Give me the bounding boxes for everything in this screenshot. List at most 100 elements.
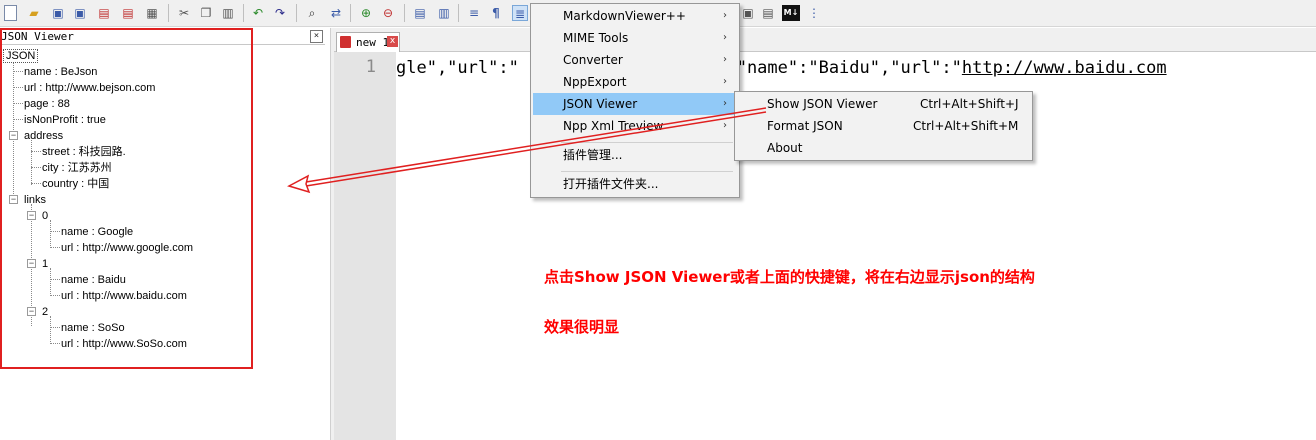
unsaved-file-icon	[340, 36, 351, 48]
tree-node-link-1-url[interactable]: url : http://www.baidu.com	[61, 289, 187, 303]
save-all-icon[interactable]: ▣	[72, 5, 88, 21]
tree-node-link-2[interactable]: 2	[42, 305, 48, 319]
sync-vertical-icon[interactable]: ▤	[412, 5, 428, 21]
tree-root[interactable]: JSON	[3, 49, 39, 63]
wrap-icon[interactable]: ≡	[466, 5, 482, 21]
tree-node-link-0-name[interactable]: name : Google	[61, 225, 133, 239]
tree-node-link-2-url[interactable]: url : http://www.SoSo.com	[61, 337, 187, 351]
json-viewer-panel: JSON Viewer × − − − − − JSON name : BeJs…	[0, 28, 330, 440]
tree-node-country[interactable]: country : 中国	[42, 177, 109, 191]
close-all-icon[interactable]: ▤	[120, 5, 136, 21]
menu-item-label: About	[767, 141, 803, 155]
markdown-icon[interactable]: M↓	[782, 5, 800, 21]
macro-icon[interactable]: ▣	[740, 5, 756, 21]
paste-icon[interactable]: ▥	[220, 5, 236, 21]
tree-line	[31, 167, 41, 168]
menu-item-plugin-admin[interactable]: 插件管理...	[533, 144, 737, 166]
json-viewer-submenu: Show JSON Viewer Ctrl+Alt+Shift+J Format …	[734, 91, 1033, 161]
tree-node-link-1[interactable]: 1	[42, 257, 48, 271]
tree-node-link-2-name[interactable]: name : SoSo	[61, 321, 125, 335]
collapse-toggle-icon[interactable]: −	[27, 259, 36, 268]
show-all-icon[interactable]: ¶	[488, 5, 504, 21]
replace-icon[interactable]: ⇄	[328, 5, 344, 21]
menu-item-label: JSON Viewer	[563, 97, 638, 111]
code-fragment: gle","url":"	[396, 58, 519, 78]
tree-node-name[interactable]: name : BeJson	[24, 65, 97, 79]
menu-item-nppexport[interactable]: NppExport ›	[533, 71, 737, 93]
collapse-toggle-icon[interactable]: −	[27, 307, 36, 316]
close-icon[interactable]: ▤	[96, 5, 112, 21]
tree-node-link-0[interactable]: 0	[42, 209, 48, 223]
menu-item-label: MIME Tools	[563, 31, 629, 45]
undo-icon[interactable]: ↶	[250, 5, 266, 21]
tree-node-address[interactable]: address	[24, 129, 63, 143]
annotation-text-2: 效果很明显	[544, 318, 620, 336]
toolbar-separator	[168, 4, 169, 22]
indent-guide-icon[interactable]: ≣	[512, 5, 528, 21]
menu-item-label: MarkdownViewer++	[563, 9, 686, 23]
tree-node-page[interactable]: page : 88	[24, 97, 70, 111]
new-file-icon[interactable]	[4, 5, 17, 21]
open-icon[interactable]: ▰	[26, 5, 42, 21]
collapse-toggle-icon[interactable]: −	[9, 195, 18, 204]
tree-line	[50, 316, 51, 344]
print-icon[interactable]: ▦	[144, 5, 160, 21]
save-icon[interactable]: ▣	[50, 5, 66, 21]
tree-line	[50, 247, 60, 248]
menu-item-label: Format JSON	[767, 119, 843, 133]
tree-node-links[interactable]: links	[24, 193, 46, 207]
menu-separator	[561, 171, 733, 172]
menu-item-mime-tools[interactable]: MIME Tools ›	[533, 27, 737, 49]
menu-item-label: NppExport	[563, 75, 627, 89]
toolbar-separator	[296, 4, 297, 22]
zoom-in-icon[interactable]: ⊕	[358, 5, 374, 21]
tree-line	[50, 268, 51, 296]
menu-item-label: 插件管理...	[563, 148, 623, 162]
json-tree: − − − − − JSON name : BeJson url : http:…	[0, 46, 330, 376]
zoom-out-icon[interactable]: ⊖	[380, 5, 396, 21]
line-number-gutter: 1	[334, 52, 396, 440]
menu-item-open-plugins-folder[interactable]: 打开插件文件夹...	[533, 173, 737, 195]
tree-line	[31, 151, 41, 152]
menu-item-converter[interactable]: Converter ›	[533, 49, 737, 71]
plugins-menu: MarkdownViewer++ › MIME Tools › Converter ›…	[530, 3, 740, 198]
doc-map-icon[interactable]: ⋮	[806, 5, 822, 21]
panel-title-bar: JSON Viewer ×	[1, 30, 325, 45]
tree-node-isnonprofit[interactable]: isNonProfit : true	[24, 113, 106, 127]
tree-node-url[interactable]: url : http://www.bejson.com	[24, 81, 155, 95]
copy-icon[interactable]: ❐	[198, 5, 214, 21]
tab-bar: new 1 x	[334, 28, 1316, 52]
submenu-arrow-icon: ›	[723, 98, 727, 109]
cut-icon[interactable]: ✂	[176, 5, 192, 21]
toolbar-separator	[404, 4, 405, 22]
submenu-arrow-icon: ›	[723, 10, 727, 21]
collapse-toggle-icon[interactable]: −	[9, 131, 18, 140]
submenu-arrow-icon: ›	[723, 120, 727, 131]
tree-line	[50, 327, 60, 328]
tree-node-street[interactable]: street : 科技园路.	[42, 145, 126, 159]
menu-item-about[interactable]: About	[737, 137, 1030, 159]
toolbar-separator	[458, 4, 459, 22]
tree-node-link-0-url[interactable]: url : http://www.google.com	[61, 241, 193, 255]
menu-item-show-json-viewer[interactable]: Show JSON Viewer Ctrl+Alt+Shift+J	[737, 93, 1030, 115]
panel-close-icon[interactable]: ×	[310, 30, 323, 43]
tree-root-label: JSON	[3, 49, 39, 63]
menu-item-format-json[interactable]: Format JSON Ctrl+Alt+Shift+M	[737, 115, 1030, 137]
menu-item-markdownviewer[interactable]: MarkdownViewer++ ›	[533, 5, 737, 27]
tree-node-link-1-name[interactable]: name : Baidu	[61, 273, 126, 287]
tab-new-1[interactable]: new 1 x	[336, 32, 400, 52]
sync-horizontal-icon[interactable]: ▥	[436, 5, 452, 21]
menu-item-json-viewer[interactable]: JSON Viewer ›	[533, 93, 737, 115]
find-icon[interactable]: ⌕	[304, 5, 320, 21]
macro-play-icon[interactable]: ▤	[760, 5, 776, 21]
redo-icon[interactable]: ↷	[272, 5, 288, 21]
tab-close-icon[interactable]: x	[387, 36, 398, 47]
tree-node-city[interactable]: city : 江苏苏州	[42, 161, 112, 175]
tree-line	[13, 119, 23, 120]
toolbar-separator	[350, 4, 351, 22]
collapse-toggle-icon[interactable]: −	[27, 211, 36, 220]
menu-item-shortcut: Ctrl+Alt+Shift+M	[913, 119, 1019, 133]
code-link[interactable]: http://www.baidu.com	[962, 58, 1167, 78]
menu-item-npp-xml-treview[interactable]: Npp Xml Treview ›	[533, 115, 737, 137]
submenu-arrow-icon: ›	[723, 54, 727, 65]
